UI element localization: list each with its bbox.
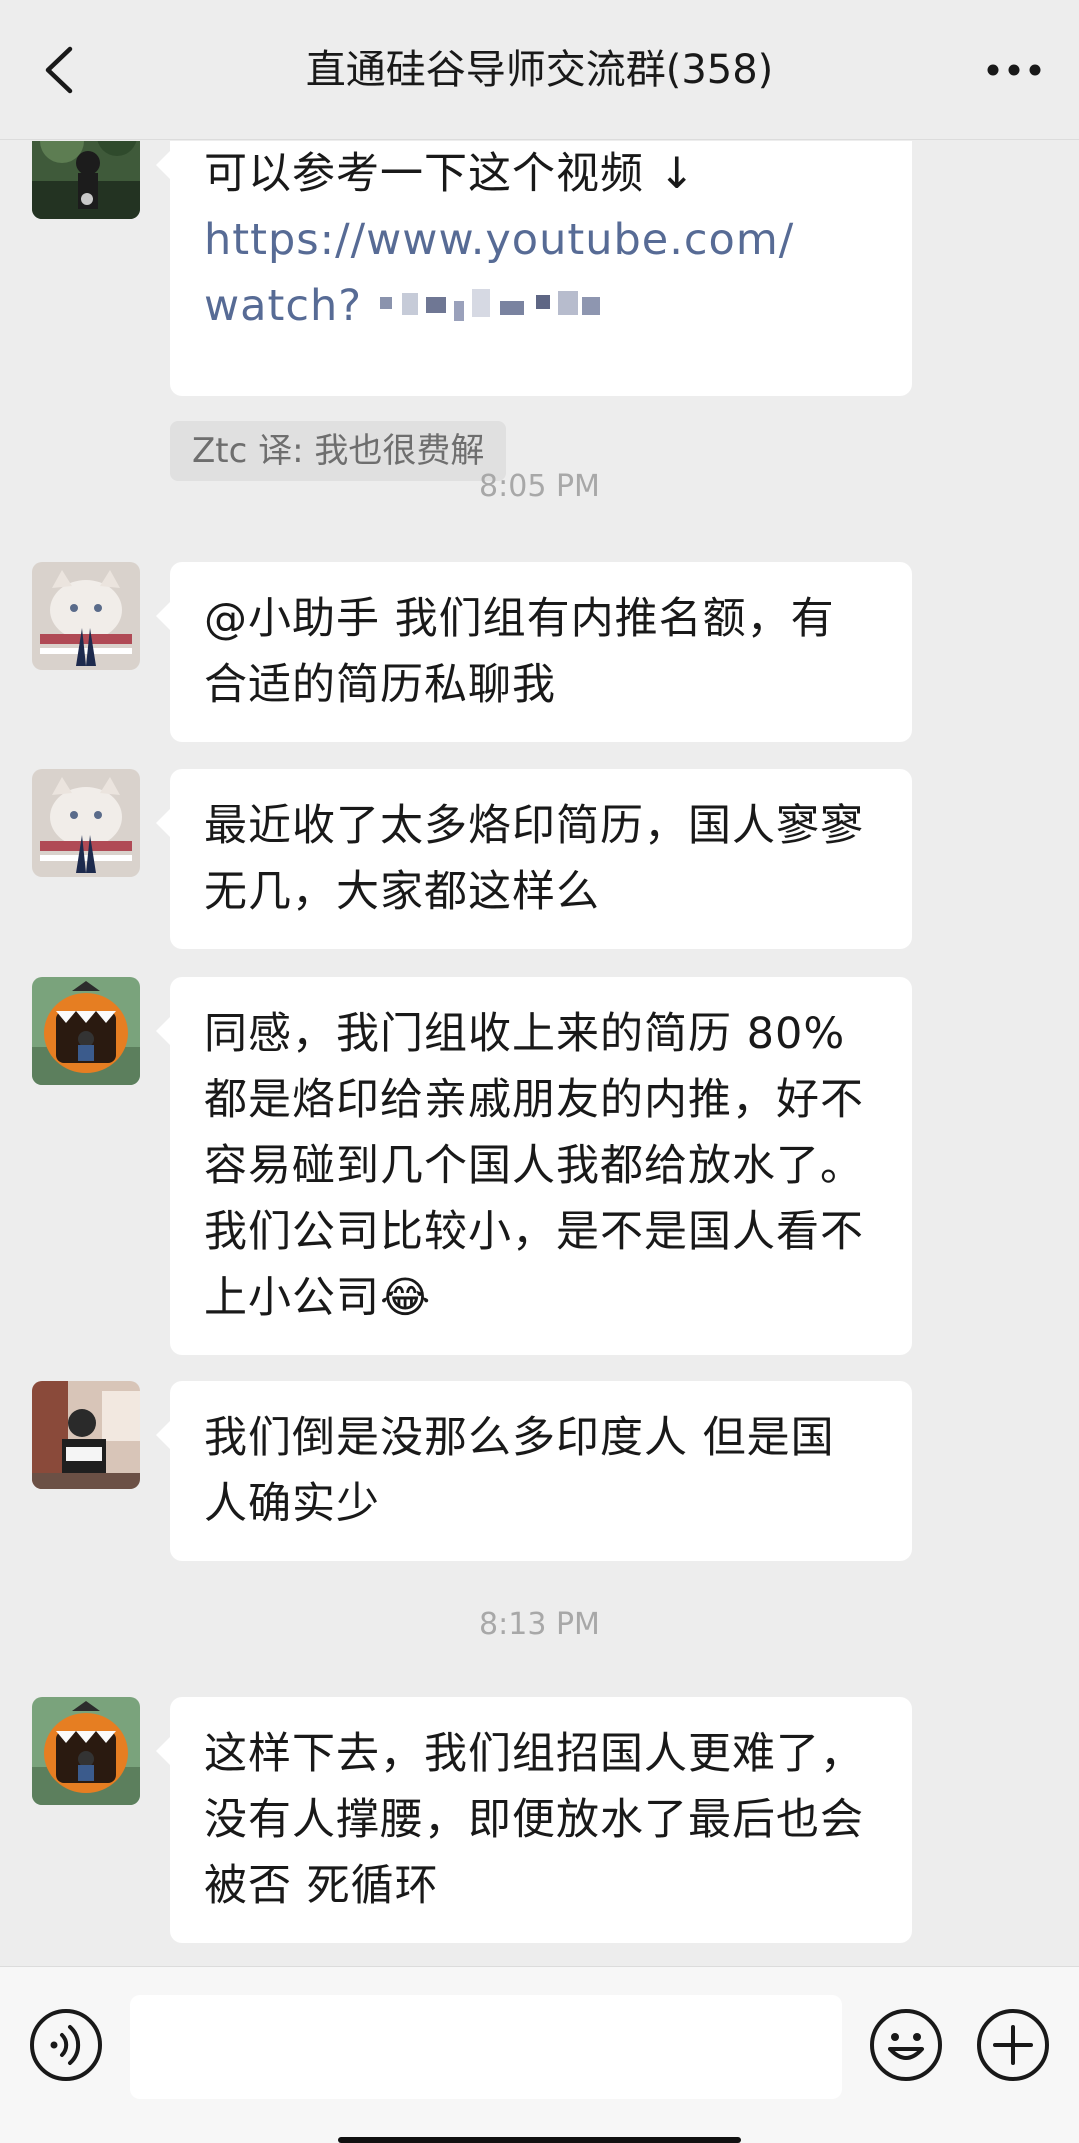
voice-icon [30, 2009, 102, 2081]
emoji-button[interactable] [868, 2007, 944, 2083]
message-text: @小助手 我们组有内推名额，有合适的简历私聊我 [204, 594, 835, 710]
chat-header: 直通硅谷导师交流群(358) [0, 0, 1079, 140]
message-item: 同感，我门组收上来的简历 80% 都是烙印给亲戚朋友的内推，好不容易碰到几个国人… [0, 977, 1079, 1357]
message-item: @小助手 我们组有内推名额，有合适的简历私聊我 [0, 562, 1079, 742]
message-bubble[interactable]: 最近收了太多烙印简历，国人寥寥无几，大家都这样么 [156, 769, 912, 949]
avatar[interactable] [32, 1381, 140, 1489]
chevron-left-icon [45, 46, 73, 94]
message-bubble[interactable]: 我们倒是没那么多印度人 但是国人确实少 [156, 1381, 912, 1561]
message-text: 可以参考一下这个视频 ↓ [204, 149, 696, 199]
message-text: 最近收了太多烙印简历，国人寥寥无几，大家都这样么 [204, 801, 864, 917]
message-item: 可以参考一下这个视频 ↓ https://www.youtube.com/ wa… [0, 141, 1079, 511]
message-item: 最近收了太多烙印简历，国人寥寥无几，大家都这样么 [0, 769, 1079, 949]
message-input[interactable] [130, 1995, 842, 2099]
timestamp: 8:05 PM [479, 469, 600, 504]
message-bubble[interactable]: 同感，我门组收上来的简历 80% 都是烙印给亲戚朋友的内推，好不容易碰到几个国人… [156, 977, 912, 1355]
avatar[interactable] [32, 141, 140, 219]
home-indicator [338, 2137, 741, 2143]
message-text: 我们倒是没那么多印度人 但是国人确实少 [204, 1413, 835, 1529]
timestamp: 8:13 PM [479, 1607, 600, 1642]
voice-button[interactable] [28, 2007, 104, 2083]
message-link[interactable]: https://www.youtube.com/ watch? [204, 207, 878, 342]
emoji-icon [870, 2009, 942, 2081]
message-item: 我们倒是没那么多印度人 但是国人确实少 [0, 1381, 1079, 1561]
message-bubble[interactable]: 可以参考一下这个视频 ↓ https://www.youtube.com/ wa… [156, 141, 912, 396]
message-text: 这样下去，我们组招国人更难了，没有人撑腰，即便放水了最后也会被否 死循环 [204, 1729, 864, 1911]
chat-title: 直通硅谷导师交流群(358) [305, 47, 774, 93]
input-bar [0, 1966, 1079, 2143]
plus-button[interactable] [975, 2007, 1051, 2083]
message-text: 同感，我门组收上来的简历 80% 都是烙印给亲戚朋友的内推，好不容易碰到几个国人… [204, 1009, 864, 1323]
message-bubble[interactable]: @小助手 我们组有内推名额，有合适的简历私聊我 [156, 562, 912, 742]
back-button[interactable] [30, 40, 90, 100]
plus-icon [977, 2009, 1049, 2081]
avatar[interactable] [32, 977, 140, 1085]
avatar[interactable] [32, 769, 140, 877]
redacted-mosaic [362, 276, 612, 342]
message-list[interactable]: 可以参考一下这个视频 ↓ https://www.youtube.com/ wa… [0, 141, 1079, 1966]
more-dots-icon [987, 64, 1041, 76]
message-item: 这样下去，我们组招国人更难了，没有人撑腰，即便放水了最后也会被否 死循环 [0, 1697, 1079, 1947]
message-bubble[interactable]: 这样下去，我们组招国人更难了，没有人撑腰，即便放水了最后也会被否 死循环 [156, 1697, 912, 1943]
avatar[interactable] [32, 562, 140, 670]
more-button[interactable] [979, 40, 1049, 100]
avatar[interactable] [32, 1697, 140, 1805]
